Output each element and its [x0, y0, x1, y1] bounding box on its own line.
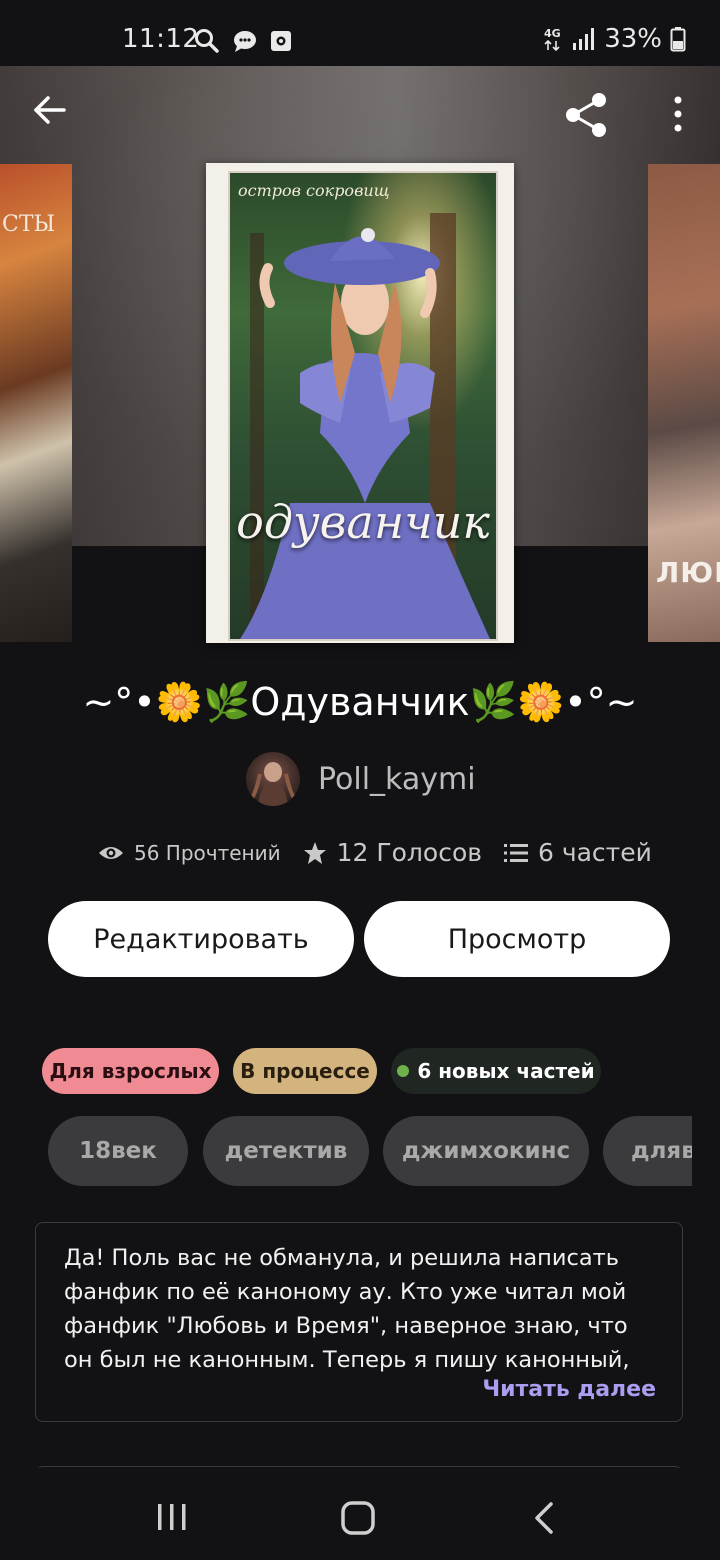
stat-parts: 6 частей	[503, 838, 652, 867]
more-vert-icon[interactable]	[664, 92, 692, 136]
signal-icon	[573, 28, 595, 50]
in-progress-badge: В процессе	[233, 1048, 377, 1094]
book-cover[interactable]: остров сокровищ одуванчик	[206, 163, 514, 643]
status-time: 11:12	[122, 24, 200, 54]
cover-previous[interactable]: СТЫ	[0, 164, 72, 642]
avatar-figure	[250, 762, 296, 806]
nav-back-icon[interactable]	[532, 1500, 556, 1536]
tag-item[interactable]: длявзрослых	[603, 1116, 692, 1186]
read-more-link[interactable]: Читать далее	[482, 1377, 656, 1402]
cover-illustration: остров сокровищ одуванчик	[228, 171, 498, 641]
story-title: ~°•🌼🌿Одуванчик🌿🌼•°~	[82, 680, 638, 724]
network-4g-icon: 4G	[544, 27, 561, 52]
battery-icon	[670, 27, 686, 52]
cover-previous-text: СТЫ	[2, 212, 56, 237]
star-icon	[303, 841, 326, 864]
battery-percent: 33%	[604, 24, 662, 54]
cover-figure	[240, 213, 490, 639]
home-icon[interactable]	[340, 1500, 376, 1536]
chat-bubble-icon	[234, 31, 256, 52]
tag-item[interactable]: 18век	[48, 1116, 188, 1186]
tag-item[interactable]: джимхокинс	[383, 1116, 589, 1186]
list-icon	[503, 843, 528, 862]
status-right: 4G 33%	[544, 24, 686, 54]
screenshot-icon	[271, 31, 291, 51]
stat-votes-text: 12 Голосов	[336, 838, 482, 867]
recents-icon[interactable]	[156, 1502, 188, 1532]
view-button[interactable]: Просмотр	[364, 901, 670, 977]
cover-series-text: остров сокровищ	[238, 181, 390, 200]
description-text: Да! Поль вас не обманула, и решила напис…	[64, 1245, 630, 1373]
stat-reads-text: 56 Прочтений	[134, 840, 281, 865]
share-icon[interactable]	[562, 90, 612, 140]
new-parts-label: 6 новых частей	[417, 1059, 595, 1083]
author-avatar	[246, 752, 300, 806]
new-parts-badge: 6 новых частей	[391, 1048, 601, 1094]
description-card: Да! Поль вас не обманула, и решила напис…	[35, 1222, 683, 1422]
cover-next-text: ЛЮБ	[656, 556, 720, 589]
eye-icon	[99, 846, 123, 859]
author-link[interactable]: Poll_kaymi	[246, 752, 476, 806]
new-dot-icon	[397, 1065, 410, 1077]
svg-text:4G: 4G	[544, 27, 561, 40]
stat-parts-text: 6 частей	[537, 838, 652, 867]
search-icon	[195, 29, 219, 53]
cover-next[interactable]: ЛЮБ	[648, 164, 720, 642]
back-arrow-icon[interactable]	[28, 88, 72, 132]
cover-title-text: одуванчик	[236, 495, 490, 549]
stat-reads: 56 Прочтений	[98, 841, 281, 865]
status-notification-icons	[194, 28, 292, 54]
stat-votes: 12 Голосов	[303, 838, 482, 867]
author-name: Poll_kaymi	[318, 761, 476, 797]
tag-list: 18век детектив джимхокинс длявзрослых	[48, 1116, 692, 1188]
mature-badge: Для взрослых	[42, 1048, 219, 1094]
story-stats: 56 Прочтений 12 Голосов 6 частей	[98, 838, 652, 867]
status-bar: 11:12 4G 33%	[0, 0, 720, 66]
tag-item[interactable]: детектив	[203, 1116, 369, 1186]
edit-button[interactable]: Редактировать	[48, 901, 354, 977]
